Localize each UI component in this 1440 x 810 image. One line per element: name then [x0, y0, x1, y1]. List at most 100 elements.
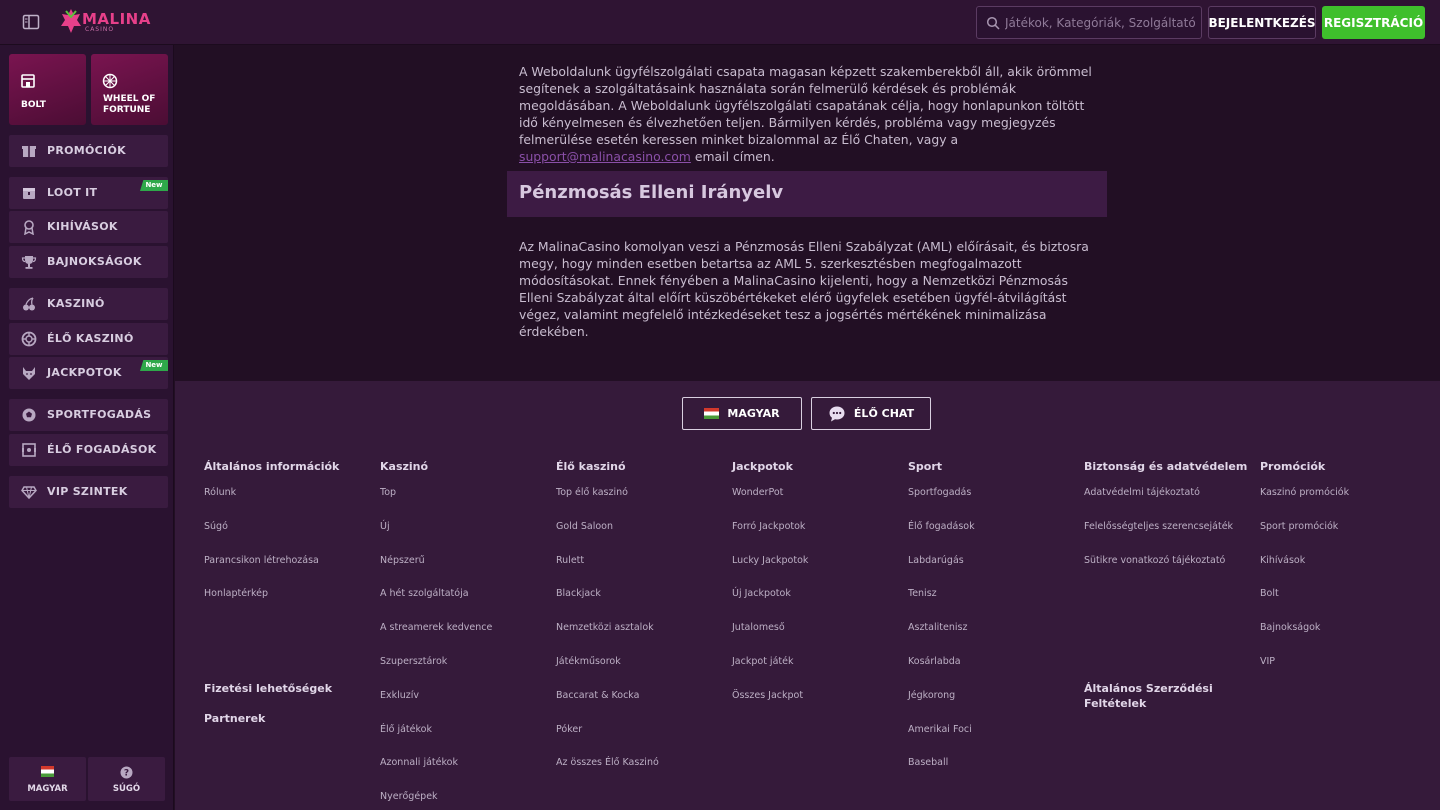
sidebar-item-sports-betting[interactable]: SPORTFOGADÁS — [9, 399, 168, 431]
footer-link[interactable]: Honlaptérkép — [204, 588, 268, 599]
footer-column-heading: Élő kaszinó — [556, 460, 626, 473]
footer-link[interactable]: Népszerű — [380, 555, 425, 566]
footer-link[interactable]: Sportfogadás — [908, 487, 971, 498]
footer-link[interactable]: Asztalitenisz — [908, 622, 967, 633]
footer-link[interactable]: Forró Jackpotok — [732, 521, 805, 532]
sidebar-toggle-icon[interactable] — [22, 13, 40, 31]
sidebar-item-live-bets[interactable]: ÉLŐ FOGADÁSOK — [9, 434, 168, 466]
sidebar-tile-wheel-of-fortune[interactable]: WHEEL OF FORTUNE — [91, 54, 168, 125]
support-paragraph: A Weboldalunk ügyfélszolgálati csapata m… — [519, 63, 1099, 165]
footer-heading-payment[interactable]: Fizetési lehetőségek — [204, 681, 332, 696]
footer-link[interactable]: Új — [380, 521, 390, 532]
footer-link[interactable]: WonderPot — [732, 487, 783, 498]
footer-link[interactable]: Labdarúgás — [908, 555, 964, 566]
search-input[interactable] — [1005, 11, 1195, 35]
sidebar-item-tournaments[interactable]: BAJNOKSÁGOK — [9, 246, 168, 278]
sidebar-tile-label: BOLT — [21, 100, 46, 110]
footer-language-button[interactable]: MAGYAR — [682, 397, 802, 430]
footer-link[interactable]: Jackpot játék — [732, 656, 793, 667]
footer-link[interactable]: Póker — [556, 724, 582, 735]
sidebar-item-live-casino[interactable]: ÉLŐ KASZINÓ — [9, 323, 168, 355]
footer-link[interactable]: Sport promóciók — [1260, 521, 1338, 532]
footer-heading-partners[interactable]: Partnerek — [204, 711, 265, 726]
footer-link[interactable]: Bajnokságok — [1260, 622, 1320, 633]
sidebar-item-label: VIP SZINTEK — [47, 485, 128, 498]
footer-link[interactable]: Rulett — [556, 555, 584, 566]
footer-link[interactable]: Összes Jackpot — [732, 690, 803, 701]
wolf-icon — [23, 367, 35, 380]
trophy-icon — [21, 256, 37, 269]
footer-link[interactable]: Súgó — [204, 521, 228, 532]
sidebar-item-label: BAJNOKSÁGOK — [47, 255, 142, 268]
footer-chat-label: ÉLŐ CHAT — [853, 407, 915, 420]
footer-link[interactable]: Új Jackpotok — [732, 588, 791, 599]
footer-live-chat-button[interactable]: ÉLŐ CHAT — [811, 397, 931, 430]
footer-link[interactable]: Rólunk — [204, 487, 236, 498]
sidebar-tile-label: WHEEL OF FORTUNE — [103, 94, 156, 115]
footer-link[interactable]: Kihívások — [1260, 555, 1305, 566]
footer-link[interactable]: Az összes Élő Kaszinó — [556, 757, 659, 768]
sidebar-item-label: KASZINÓ — [47, 297, 105, 310]
footer-link[interactable]: Lucky Jackpotok — [732, 555, 808, 566]
sidebar-item-loot-it[interactable]: LOOT IT New — [9, 177, 168, 209]
live-bet-icon — [22, 443, 36, 457]
footer-link[interactable]: Felelősségteljes szerencsejáték — [1084, 521, 1233, 532]
football-icon — [22, 408, 36, 422]
sidebar-item-label: ÉLŐ FOGADÁSOK — [47, 443, 157, 456]
footer-link[interactable]: Élő fogadások — [908, 521, 975, 532]
aml-paragraph: Az MalinaCasino komolyan veszi a Pénzmos… — [519, 239, 1089, 339]
svg-text:?: ? — [124, 769, 129, 779]
support-text-suffix: email címen. — [694, 149, 775, 164]
footer-link[interactable]: Bolt — [1260, 588, 1279, 599]
footer-link[interactable]: Nyerőgépek — [380, 791, 438, 802]
footer-link[interactable]: Kosárlabda — [908, 656, 961, 667]
footer-link[interactable]: Top élő kaszinó — [556, 487, 628, 498]
footer-link[interactable]: Top — [380, 487, 396, 498]
top-header: MALINA CASINO BEJELENTKEZÉS REGISZTRÁCIÓ — [0, 0, 1440, 45]
sidebar-tile-shop[interactable]: BOLT — [9, 54, 86, 125]
footer-link[interactable]: Adatvédelmi tájékoztató — [1084, 487, 1200, 498]
footer-link[interactable]: Sütikre vonatkozó tájékoztató — [1084, 555, 1225, 566]
footer-link[interactable]: Kaszinó promóciók — [1260, 487, 1349, 498]
sidebar-item-label: KIHÍVÁSOK — [47, 220, 118, 233]
footer: MAGYAR ÉLŐ CHAT Általános információk Ról… — [175, 381, 1440, 810]
footer-link[interactable]: A streamerek kedvence — [380, 622, 492, 633]
sidebar-item-challenges[interactable]: KIHÍVÁSOK — [9, 211, 168, 243]
footer-column-heading: Jackpotok — [732, 460, 793, 473]
register-button[interactable]: REGISZTRÁCIÓ — [1322, 6, 1425, 39]
footer-link[interactable]: Jutalomeső — [732, 622, 785, 633]
footer-link[interactable]: Gold Saloon — [556, 521, 613, 532]
sidebar-item-label: PROMÓCIÓK — [47, 144, 126, 157]
footer-link[interactable]: Amerikai Foci — [908, 724, 972, 735]
footer-link[interactable]: Azonnali játékok — [380, 757, 458, 768]
footer-heading-terms[interactable]: Általános Szerződési Feltételek — [1084, 681, 1224, 711]
support-email-link[interactable]: support@malinacasino.com — [519, 149, 691, 164]
footer-link[interactable]: Jégkorong — [908, 690, 955, 701]
footer-link[interactable]: Élő játékok — [380, 724, 432, 735]
diamond-icon — [21, 486, 37, 500]
sidebar-item-jackpots[interactable]: JACKPOTOK New — [9, 357, 168, 389]
sidebar-help-button[interactable]: ? SÚGÓ — [88, 757, 165, 801]
sidebar-language-button[interactable]: MAGYAR — [9, 757, 86, 801]
footer-link[interactable]: A hét szolgáltatója — [380, 588, 469, 599]
footer-link[interactable]: Szupersztárok — [380, 656, 447, 667]
footer-link[interactable]: Nemzetközi asztalok — [556, 622, 654, 633]
footer-link[interactable]: Parancsikon létrehozása — [204, 555, 319, 566]
medal-icon — [24, 220, 34, 235]
malina-logo[interactable]: MALINA CASINO — [60, 8, 150, 36]
sidebar-item-label: ÉLŐ KASZINÓ — [47, 332, 134, 345]
sidebar-item-promotions[interactable]: PROMÓCIÓK — [9, 135, 168, 167]
help-icon: ? — [120, 766, 133, 779]
footer-link[interactable]: Tenisz — [908, 588, 937, 599]
footer-link[interactable]: Játékműsorok — [556, 656, 621, 667]
footer-link[interactable]: Exkluzív — [380, 690, 419, 701]
footer-link[interactable]: Blackjack — [556, 588, 601, 599]
search-box[interactable] — [976, 6, 1202, 39]
sidebar-item-casino[interactable]: KASZINÓ — [9, 288, 168, 320]
footer-link[interactable]: Baseball — [908, 757, 948, 768]
hungary-flag-icon — [704, 408, 720, 419]
login-button[interactable]: BEJELENTKEZÉS — [1208, 6, 1316, 39]
sidebar-item-vip-levels[interactable]: VIP SZINTEK — [9, 476, 168, 508]
footer-link[interactable]: VIP — [1260, 656, 1275, 667]
footer-link[interactable]: Baccarat & Kocka — [556, 690, 639, 701]
